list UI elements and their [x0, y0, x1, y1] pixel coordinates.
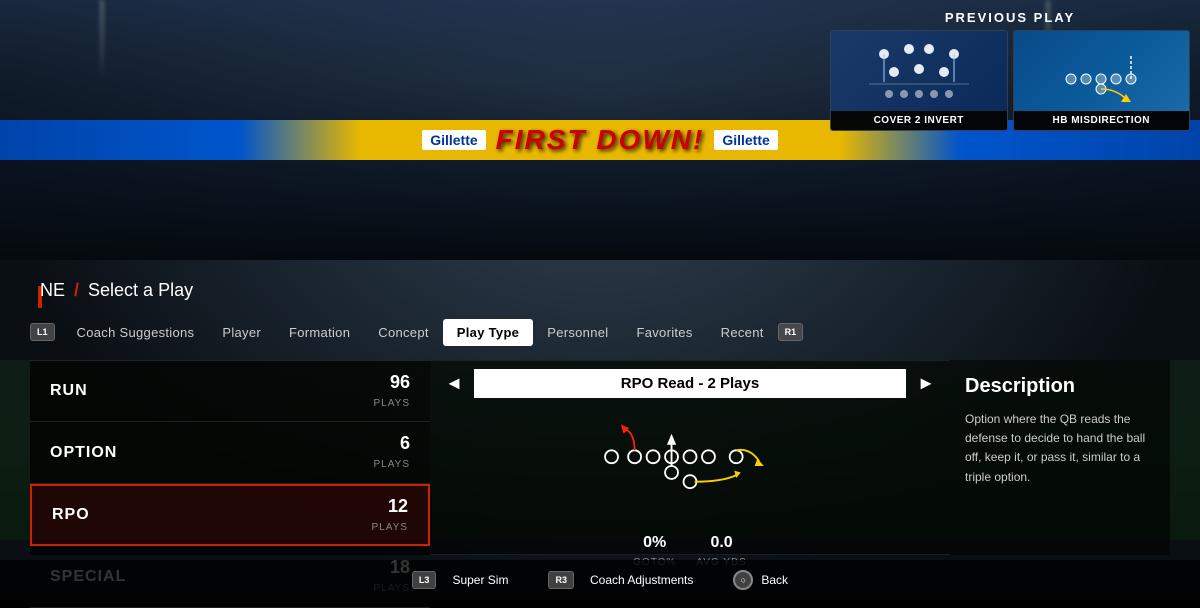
circle-button[interactable]: ○ [733, 570, 753, 590]
play-type-option[interactable]: OPTION 6 PLAYS [30, 422, 430, 484]
r3-button[interactable]: R3 [548, 571, 574, 589]
play-cards-container: COVER 2 INVERT [830, 30, 1190, 131]
play-type-rpo-name: RPO [52, 506, 90, 524]
play-diagram-svg [580, 406, 800, 526]
tab-favorites[interactable]: Favorites [622, 319, 706, 346]
breadcrumb-page: Select a Play [88, 280, 193, 300]
r1-button[interactable]: R1 [778, 323, 804, 341]
tab-concept[interactable]: Concept [364, 319, 443, 346]
tab-coach-suggestions[interactable]: Coach Suggestions [63, 319, 209, 346]
l3-button[interactable]: L3 [412, 571, 437, 589]
main-ui: NE / Select a Play L1 Coach Suggestions … [0, 280, 1200, 600]
play-type-rpo[interactable]: RPO 12 PLAYS [30, 484, 430, 546]
next-play-button[interactable]: ► [914, 373, 938, 394]
play-diagram-defense [831, 31, 1007, 111]
play-diagram-panel: ◄ RPO Read - 2 Plays ► [430, 360, 950, 555]
play-type-option-name: OPTION [50, 444, 117, 462]
play-type-option-count: 6 PLAYS [374, 433, 411, 472]
nav-tabs: L1 Coach Suggestions Player Formation Co… [30, 315, 1170, 349]
description-panel: Description Option where the QB reads th… [950, 360, 1170, 555]
play-type-run[interactable]: RUN 96 PLAYS [30, 360, 430, 422]
gillette-logo-right: Gillette [714, 130, 777, 150]
play-type-run-name: RUN [50, 382, 88, 400]
super-sim-action[interactable]: L3 Super Sim [412, 571, 509, 589]
breadcrumb: NE / Select a Play [40, 280, 193, 301]
tab-player[interactable]: Player [208, 319, 275, 346]
coach-adjustments-action[interactable]: R3 Coach Adjustments [548, 571, 693, 589]
play-card-defense: COVER 2 INVERT [830, 30, 1008, 131]
gillette-logo-left: Gillette [422, 130, 485, 150]
super-sim-label: Super Sim [452, 573, 508, 587]
l1-button[interactable]: L1 [30, 323, 55, 341]
play-card-defense-label: COVER 2 INVERT [831, 111, 1007, 130]
play-type-rpo-count: 12 PLAYS [372, 496, 409, 535]
description-title: Description [965, 375, 1155, 398]
play-diagram-offense [1014, 31, 1190, 111]
play-card-offense: HB MISDIRECTION [1013, 30, 1191, 131]
tab-personnel[interactable]: Personnel [533, 319, 622, 346]
tab-formation[interactable]: Formation [275, 319, 364, 346]
play-diagram-area [430, 406, 950, 526]
coach-adjustments-label: Coach Adjustments [590, 573, 693, 587]
play-name-display: RPO Read - 2 Plays [474, 369, 906, 398]
back-action[interactable]: ○ Back [733, 570, 788, 590]
content-area: RUN 96 PLAYS OPTION 6 PLAYS RPO 12 PLAYS [30, 360, 1170, 555]
breadcrumb-separator: / [69, 280, 84, 300]
breadcrumb-team: NE [40, 280, 65, 300]
previous-play-title: PREVIOUS PLAY [830, 10, 1190, 25]
previous-play-panel: PREVIOUS PLAY [830, 10, 1190, 131]
prev-play-button[interactable]: ◄ [442, 373, 466, 394]
tab-play-type[interactable]: Play Type [443, 319, 533, 346]
goto-value: 0% [633, 534, 676, 552]
tab-recent[interactable]: Recent [707, 319, 778, 346]
play-type-list: RUN 96 PLAYS OPTION 6 PLAYS RPO 12 PLAYS [30, 360, 430, 555]
avg-yds-value: 0.0 [696, 534, 747, 552]
play-selector: ◄ RPO Read - 2 Plays ► [430, 361, 950, 406]
play-card-offense-label: HB MISDIRECTION [1014, 111, 1190, 130]
bottom-bar: L3 Super Sim R3 Coach Adjustments ○ Back [0, 560, 1200, 600]
first-down-text: FIRST DOWN! [496, 124, 705, 156]
description-text: Option where the QB reads the defense to… [965, 410, 1155, 487]
play-type-run-count: 96 PLAYS [374, 372, 411, 411]
back-label: Back [761, 573, 788, 587]
